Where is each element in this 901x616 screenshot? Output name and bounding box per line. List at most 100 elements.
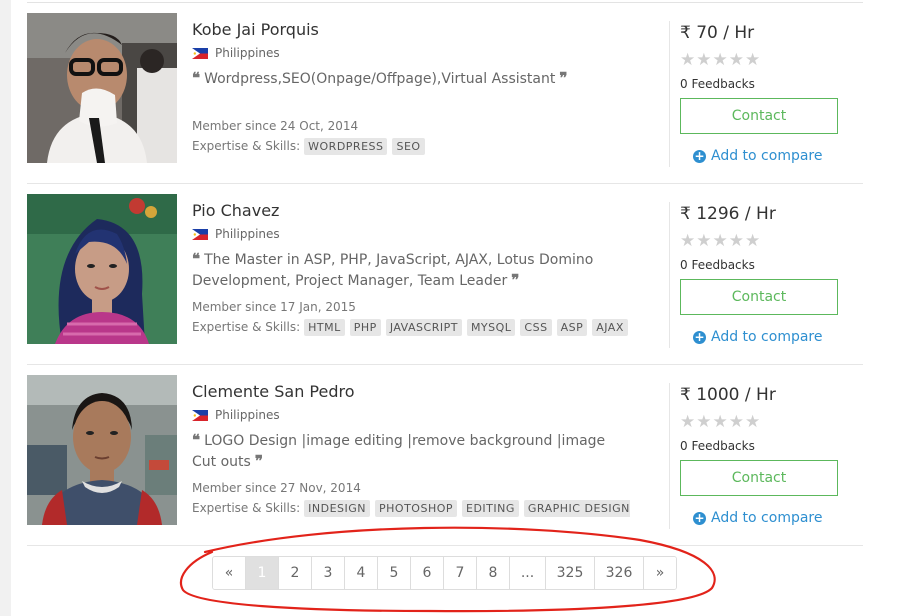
skill-tag[interactable]: GRAPHIC DESIGN [523, 499, 630, 517]
description-text: LOGO Design |image editing |remove backg… [192, 433, 606, 470]
close-quote-icon: ❞ [511, 270, 519, 289]
skills-row: Expertise & Skills: HTML PHP JAVASCRIPT … [192, 318, 630, 336]
hourly-rate: ₹ 1296 / Hr [680, 204, 776, 224]
page-link[interactable]: 4 [345, 557, 378, 589]
add-to-compare-link[interactable]: + Add to compare [693, 329, 823, 345]
member-since: Member since 27 Nov, 2014 [192, 481, 361, 495]
page-link[interactable]: 5 [378, 557, 411, 589]
contact-button[interactable]: Contact [680, 98, 838, 134]
profile-photo[interactable] [27, 375, 177, 525]
price-panel: ₹ 1000 / Hr ★★★★★ 0 Feedbacks Contact + … [680, 365, 860, 546]
plus-circle-icon: + [693, 511, 706, 525]
skills-label: Expertise & Skills: [192, 501, 301, 515]
philippines-flag-icon [192, 228, 208, 240]
philippines-flag-icon [192, 47, 208, 59]
freelancer-name[interactable]: Kobe Jai Porquis [192, 20, 319, 39]
skill-tag[interactable]: PHP [349, 318, 381, 336]
price-panel: ₹ 1296 / Hr ★★★★★ 0 Feedbacks Contact + … [680, 184, 860, 365]
rupee-icon: ₹ [680, 23, 691, 43]
open-quote-icon: ❝ [192, 69, 200, 87]
page-link[interactable]: 8 [477, 557, 510, 589]
rate-value: 1000 / Hr [696, 385, 776, 405]
member-since: Member since 24 Oct, 2014 [192, 119, 359, 133]
price-panel: ₹ 70 / Hr ★★★★★ 0 Feedbacks Contact + Ad… [680, 3, 860, 184]
left-gutter [0, 0, 11, 616]
pagination: « 1 2 3 4 5 6 7 8 ... 325 326 » [212, 556, 677, 590]
skills-label: Expertise & Skills: [192, 320, 301, 334]
rate-value: 1296 / Hr [696, 204, 776, 224]
country-label: Philippines [215, 408, 280, 422]
member-since: Member since 17 Jan, 2015 [192, 300, 356, 314]
skill-tag[interactable]: MYSQL [466, 318, 516, 336]
contact-button[interactable]: Contact [680, 279, 838, 315]
rupee-icon: ₹ [680, 385, 691, 405]
compare-label: Add to compare [711, 329, 823, 345]
country-label: Philippines [215, 46, 280, 60]
skills-label: Expertise & Skills: [192, 139, 301, 153]
philippines-flag-icon [192, 409, 208, 421]
skill-tag[interactable]: PHOTOSHOP [375, 499, 458, 517]
description: ❝ Wordpress,SEO(Onpage/Offpage),Virtual A… [192, 69, 632, 90]
skill-tag[interactable]: JAVASCRIPT [385, 318, 462, 336]
page-link[interactable]: 325 [546, 557, 595, 589]
page-link[interactable]: 1 [246, 557, 279, 589]
add-to-compare-link[interactable]: + Add to compare [693, 148, 823, 164]
add-to-compare-link[interactable]: + Add to compare [693, 510, 823, 526]
skill-tag[interactable]: ASP [556, 318, 588, 336]
hourly-rate: ₹ 1000 / Hr [680, 385, 776, 405]
page-next[interactable]: » [644, 557, 676, 589]
page-link[interactable]: 2 [279, 557, 312, 589]
skill-tag[interactable]: AJAX [592, 318, 628, 336]
rating-stars: ★★★★★ [680, 50, 762, 70]
description-text: Wordpress,SEO(Onpage/Offpage),Virtual As… [204, 71, 556, 87]
page-link[interactable]: 3 [312, 557, 345, 589]
description: ❝ LOGO Design |image editing |remove back… [192, 431, 632, 472]
feedback-count: 0 Feedbacks [680, 439, 755, 453]
profile-photo[interactable] [27, 194, 177, 344]
plus-circle-icon: + [693, 149, 706, 163]
freelancer-name[interactable]: Pio Chavez [192, 201, 279, 220]
close-quote-icon: ❞ [559, 69, 567, 87]
description-text: The Master in ASP, PHP, JavaScript, AJAX… [192, 252, 594, 289]
rating-stars: ★★★★★ [680, 412, 762, 432]
skill-tag[interactable]: EDITING [462, 499, 519, 517]
column-divider [669, 21, 670, 167]
compare-label: Add to compare [711, 148, 823, 164]
skill-tag[interactable]: WORDPRESS [304, 137, 388, 155]
open-quote-icon: ❝ [192, 250, 200, 268]
rating-stars: ★★★★★ [680, 231, 762, 251]
page-link[interactable]: 326 [595, 557, 644, 589]
column-divider [669, 202, 670, 348]
skill-tag[interactable]: HTML [304, 318, 345, 336]
open-quote-icon: ❝ [192, 431, 200, 449]
hourly-rate: ₹ 70 / Hr [680, 23, 754, 43]
skill-tag[interactable]: INDESIGN [304, 499, 371, 517]
skills-row: Expertise & Skills: WORDPRESS SEO [192, 137, 630, 155]
country: Philippines [192, 227, 280, 241]
page-link[interactable]: 7 [444, 557, 477, 589]
freelancer-card: Pio Chavez Philippines ❝ The Master in AS… [27, 184, 863, 365]
close-quote-icon: ❞ [254, 451, 263, 470]
contact-button[interactable]: Contact [680, 460, 838, 496]
page-prev[interactable]: « [213, 557, 246, 589]
feedback-count: 0 Feedbacks [680, 77, 755, 91]
country-label: Philippines [215, 227, 280, 241]
description: ❝ The Master in ASP, PHP, JavaScript, AJA… [192, 250, 632, 291]
freelancer-card: Clemente San Pedro Philippines ❝ LOGO Des… [27, 365, 863, 546]
freelancer-card: Kobe Jai Porquis Philippines ❝ Wordpress,… [27, 3, 863, 184]
skill-tag[interactable]: CSS [520, 318, 552, 336]
skills-row: Expertise & Skills: INDESIGN PHOTOSHOP E… [192, 499, 630, 517]
column-divider [669, 383, 670, 529]
freelancer-name[interactable]: Clemente San Pedro [192, 382, 355, 401]
country: Philippines [192, 408, 280, 422]
rupee-icon: ₹ [680, 204, 691, 224]
profile-photo[interactable] [27, 13, 177, 163]
country: Philippines [192, 46, 280, 60]
page-link[interactable]: 6 [411, 557, 444, 589]
feedback-count: 0 Feedbacks [680, 258, 755, 272]
compare-label: Add to compare [711, 510, 823, 526]
rate-value: 70 / Hr [696, 23, 755, 43]
plus-circle-icon: + [693, 330, 706, 344]
skill-tag[interactable]: SEO [392, 137, 425, 155]
page-ellipsis: ... [510, 557, 546, 589]
